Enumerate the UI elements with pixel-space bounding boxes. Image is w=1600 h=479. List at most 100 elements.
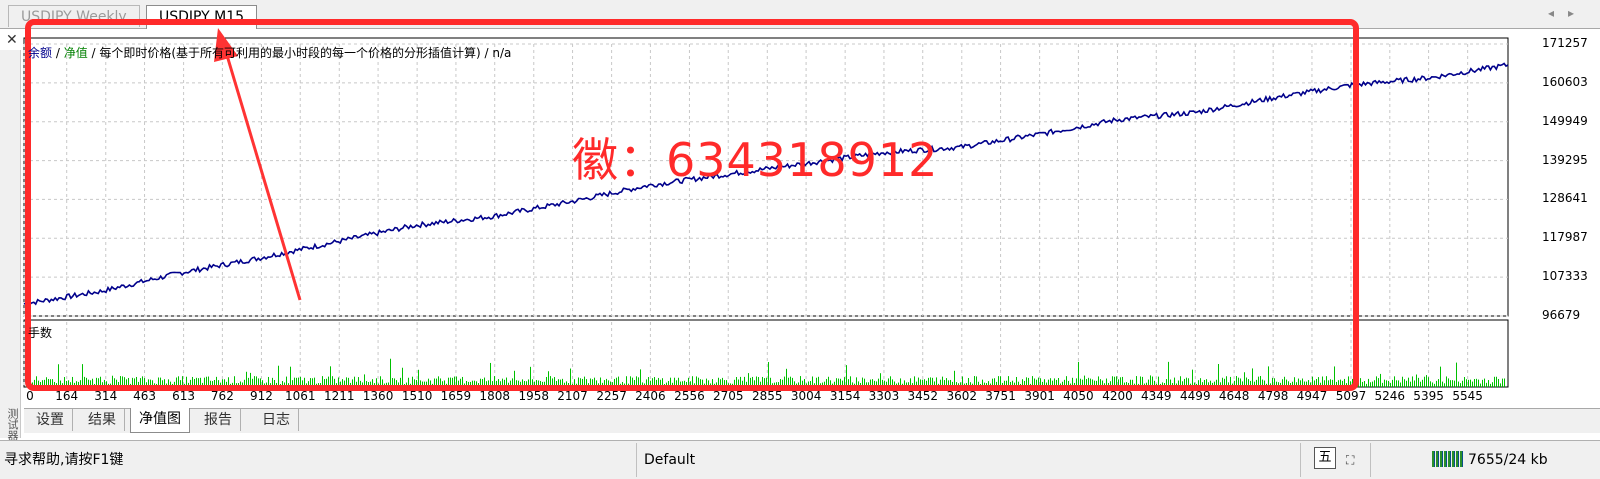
volume-bar (1442, 381, 1443, 387)
volume-bar (1504, 378, 1505, 387)
volume-bar (1384, 379, 1385, 387)
volume-bar (390, 358, 391, 387)
legend-sep: / (52, 46, 64, 60)
volume-bar (1410, 381, 1411, 387)
legend-description: / 每个即时价格(基于所有可利用的最小时段的每一个价格的分形插值计算) / n/… (87, 46, 512, 60)
volume-bar (1396, 380, 1397, 387)
volume-bar (402, 367, 403, 387)
volume-bar (1424, 376, 1425, 387)
volume-bar (1430, 381, 1431, 387)
x-tick-label: 2406 (635, 389, 666, 403)
volume-bar (1390, 383, 1391, 387)
x-tick-label: 4798 (1257, 389, 1289, 403)
tab-report[interactable]: 报告 (196, 409, 241, 431)
expand-icon[interactable]: ⛶ (1346, 447, 1354, 473)
volume-bar (1392, 379, 1393, 387)
volume-bar (1406, 380, 1407, 387)
x-tick-label: 3303 (868, 389, 900, 403)
x-tick-label: 4050 (1063, 389, 1094, 403)
x-tick-label: 1958 (518, 389, 550, 403)
legend-balance: 余额 (28, 46, 53, 60)
volume-bar (1484, 378, 1485, 387)
volume-bar (1378, 378, 1379, 387)
volume-bar (1334, 366, 1335, 387)
volume-bar (1468, 379, 1469, 387)
volume-bar (1418, 377, 1419, 387)
volume-bar (1446, 376, 1447, 387)
volume-bar (786, 368, 787, 387)
volume-bar (1480, 383, 1481, 387)
volume-bar (1470, 379, 1471, 387)
volume-bar (1464, 377, 1465, 387)
chart-legend: 余额 / 净值 / 每个即时价格(基于所有可利用的最小时段的每一个价格的分形插值… (28, 44, 511, 61)
x-tick-label: 613 (172, 389, 196, 403)
volume-bar (250, 372, 251, 387)
x-tick-label: 314 (94, 389, 118, 403)
x-tick-label: 2855 (752, 389, 783, 403)
x-tick-label: 0 (26, 389, 34, 403)
watermark-text: 徽：634318912 (572, 133, 939, 187)
volume-bar (1482, 379, 1483, 387)
tab-equity-graph[interactable]: 净值图 (130, 408, 190, 433)
status-profile: Default (644, 452, 696, 468)
y-tick-label: 139295 (1542, 152, 1588, 167)
profile-icon[interactable]: 五 (1314, 447, 1336, 469)
x-tick-label: 5395 (1413, 389, 1444, 403)
volume-bar (1458, 381, 1459, 387)
volume-bar (1386, 380, 1387, 387)
tab-settings[interactable]: 设置 (28, 409, 73, 431)
y-tick-label: 171257 (1542, 36, 1588, 50)
volume-bar (246, 371, 247, 387)
volume-bar (1452, 380, 1453, 387)
volume-label: 手数 (28, 326, 53, 340)
volume-bar (1078, 361, 1079, 387)
volume-bar (514, 370, 515, 387)
volume-bar (1460, 383, 1461, 387)
volume-bar (1438, 379, 1439, 387)
status-separator (1370, 443, 1371, 477)
volume-bar (1502, 378, 1503, 387)
volume-bar (1434, 383, 1435, 387)
x-tick-label: 3602 (946, 389, 978, 403)
volume-bar (1488, 380, 1489, 387)
x-tick-label: 3901 (1024, 389, 1055, 403)
volume-bar (330, 366, 331, 387)
volume-bar (1462, 380, 1463, 387)
volume-bar (490, 362, 491, 387)
volume-bar (748, 373, 749, 387)
status-help-text: 寻求帮助,请按F1键 (4, 452, 124, 468)
tab-journal[interactable]: 日志 (254, 409, 299, 431)
volume-bar (1268, 366, 1269, 387)
status-bar: 寻求帮助,请按F1键 Default 五 ⛶ 7655/24 kb (0, 440, 1600, 479)
y-tick-label: 128641 (1542, 191, 1588, 206)
volume-bar (1440, 366, 1441, 387)
x-tick-label: 3751 (985, 389, 1016, 403)
volume-bar (418, 369, 419, 387)
volume-bar (1466, 379, 1467, 387)
volume-bar (1474, 378, 1475, 387)
status-traffic: 7655/24 kb (1468, 452, 1548, 468)
volume-bar (1394, 376, 1395, 387)
connection-bars-icon (1432, 451, 1464, 467)
tester-side-label: 测试器 (6, 408, 19, 441)
volume-bar (1360, 378, 1361, 387)
volume-bar (1400, 382, 1401, 387)
volume-bar (1450, 380, 1451, 387)
equity-chart (23, 19, 1509, 391)
x-tick-label: 4349 (1140, 389, 1172, 403)
x-tick-label: 1808 (479, 389, 510, 403)
volume-bar (846, 365, 847, 387)
y-tick-label: 96679 (1542, 308, 1581, 322)
volume-bar (954, 370, 955, 387)
volume-bar (1366, 383, 1367, 387)
tab-results[interactable]: 结果 (80, 409, 125, 431)
volume-bar (1252, 368, 1253, 387)
legend-equity: 净值 (63, 46, 88, 60)
volume-bar (1490, 383, 1491, 387)
volume-bar (1168, 361, 1169, 387)
x-tick-label: 4200 (1102, 389, 1133, 403)
volume-bar (1444, 383, 1445, 387)
status-separator (1300, 443, 1301, 477)
y-tick-label: 117987 (1542, 230, 1588, 245)
status-separator (636, 443, 637, 477)
